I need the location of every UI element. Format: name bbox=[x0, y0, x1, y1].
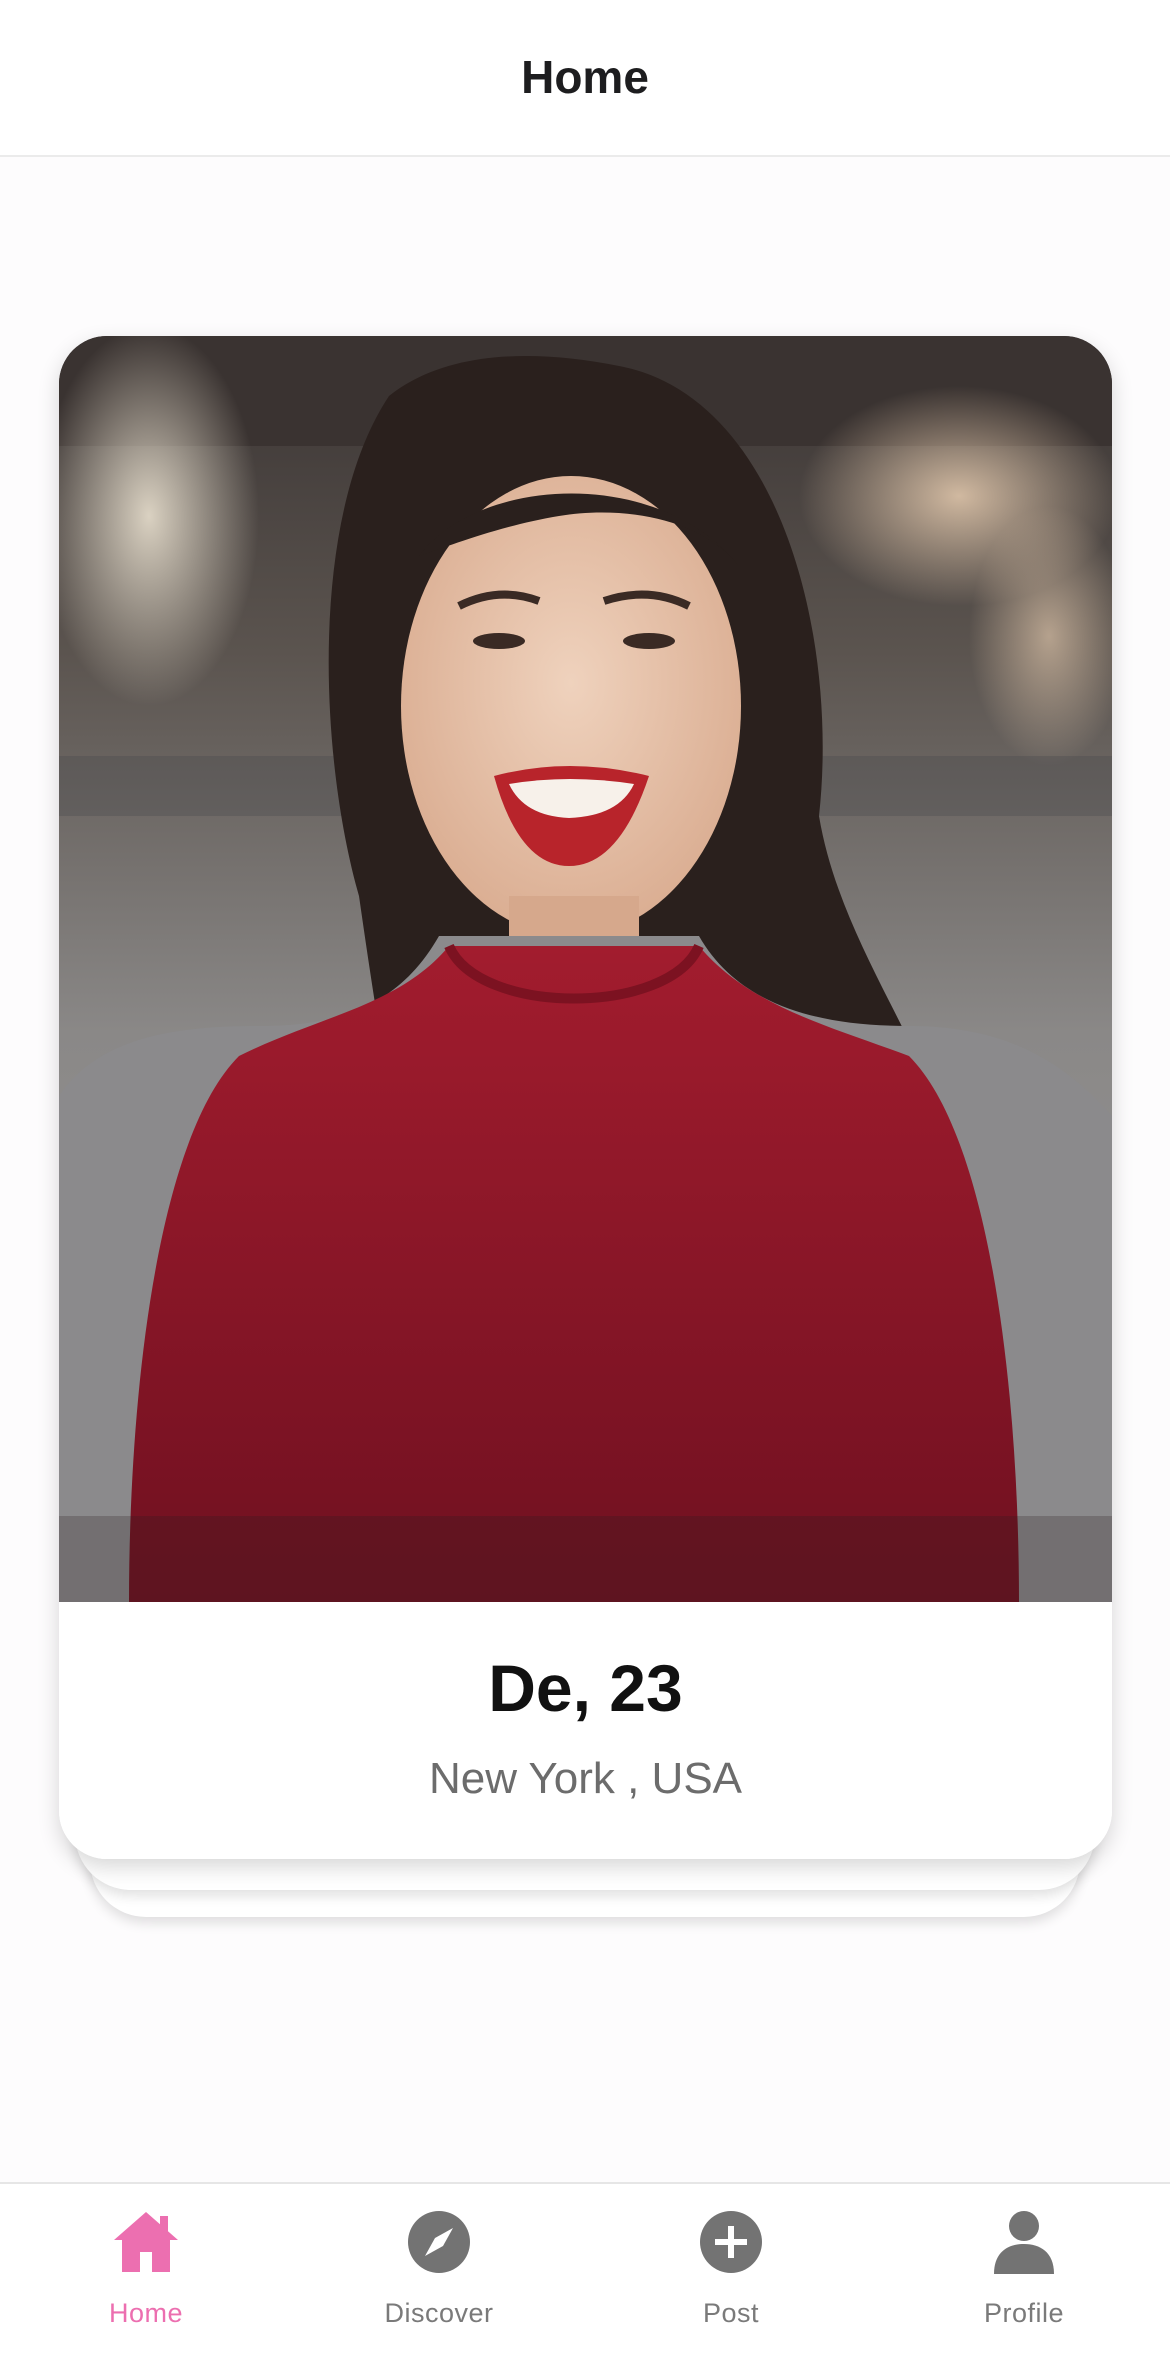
tab-discover-label: Discover bbox=[384, 2298, 494, 2328]
tab-discover[interactable]: Discover bbox=[329, 2184, 549, 2371]
person-icon bbox=[994, 2211, 1054, 2274]
tab-profile[interactable]: Profile bbox=[914, 2184, 1134, 2371]
tab-home-label: Home bbox=[108, 2298, 184, 2328]
tab-home[interactable]: Home bbox=[36, 2184, 256, 2371]
bottom-tab-bar: Home Discover Post Profile bbox=[0, 2182, 1170, 2371]
tab-post-label: Post bbox=[702, 2298, 760, 2328]
plus-circle-icon bbox=[700, 2211, 762, 2273]
profile-info: De, 23 New York , USA bbox=[59, 1602, 1112, 1859]
compass-icon bbox=[408, 2211, 470, 2273]
header-bar: Home bbox=[0, 0, 1170, 157]
profile-name-age: De, 23 bbox=[488, 1651, 683, 1725]
home-icon bbox=[114, 2212, 178, 2272]
profile-photo bbox=[59, 336, 1112, 1602]
tab-post[interactable]: Post bbox=[621, 2184, 841, 2371]
page-title: Home bbox=[521, 50, 649, 103]
tab-profile-label: Profile bbox=[983, 2298, 1065, 2328]
profile-location: New York , USA bbox=[428, 1754, 743, 1803]
profile-card[interactable]: De, 23 New York , USA bbox=[59, 336, 1112, 1859]
